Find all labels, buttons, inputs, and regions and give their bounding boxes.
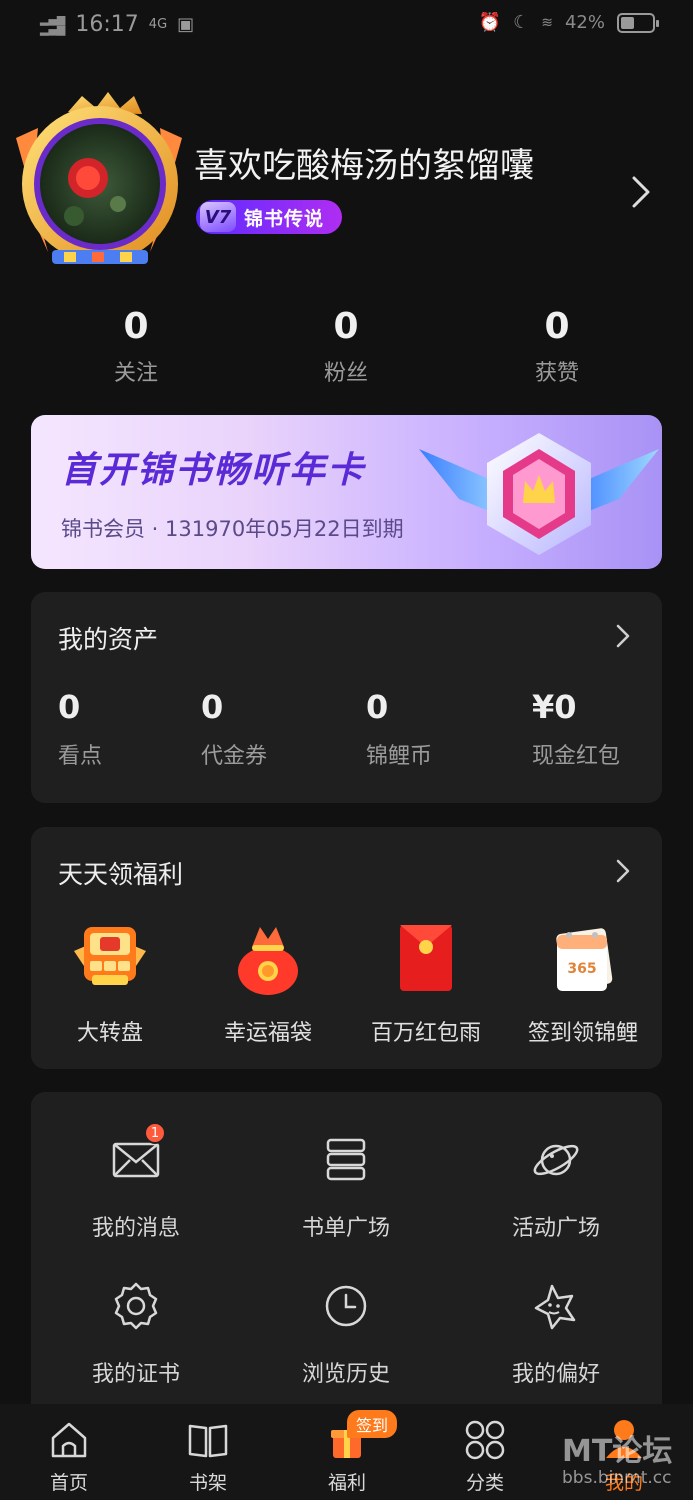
asset-value: 0 [201, 688, 224, 726]
username[interactable]: 喜欢吃酸梅汤的絮馏囔 [194, 138, 534, 187]
asset-cash-redpacket[interactable]: ¥0 现金红包 [532, 688, 620, 770]
chevron-right-icon[interactable] [614, 622, 632, 650]
welfare-lucky-bag[interactable]: 幸运福袋 [198, 917, 338, 1047]
tool-label: 我的消息 [91, 1216, 180, 1241]
vip-badge[interactable]: V7 锦书传说 [196, 200, 342, 234]
nav-label: 我的 [604, 1472, 643, 1494]
tool-label: 活动广场 [511, 1216, 600, 1241]
booklist-icon [326, 1138, 366, 1181]
battery-icon [617, 12, 659, 33]
certificate-icon [114, 1282, 158, 1330]
calendar-icon: 365 [556, 928, 613, 991]
welfare-title: 天天领福利 [58, 860, 184, 889]
stat-following[interactable]: 0 关注 [66, 306, 206, 387]
status-time: 16:17 [75, 12, 139, 37]
avatar-frame-icon [16, 92, 182, 264]
vip-title: 锦书传说 [244, 207, 325, 230]
tool-activity-plaza[interactable]: 活动广场 [476, 1132, 636, 1242]
crown-emblem-icon [419, 433, 659, 555]
assets-title: 我的资产 [58, 625, 159, 654]
notification-icon: ▣ [177, 14, 195, 35]
nav-label: 分类 [465, 1472, 504, 1494]
asset-label: 锦鲤币 [366, 744, 433, 769]
profile-icon [606, 1420, 642, 1458]
banner-title: 首开锦书畅听年卡 [61, 450, 366, 491]
tool-label: 书单广场 [301, 1216, 390, 1241]
welfare-label: 签到领锦鲤 [527, 1021, 638, 1046]
welfare-card: 天天领福利 大转盘 幸运福袋 百万红包雨 365 签到领锦鲤 [31, 827, 662, 1069]
nav-mine[interactable]: 我的 [574, 1418, 674, 1495]
chevron-right-icon[interactable] [614, 857, 632, 885]
welfare-wheel[interactable]: 大转盘 [40, 917, 180, 1047]
calendar-icon-text: 365 [567, 961, 596, 977]
planet-icon [533, 1144, 579, 1176]
asset-value: 0 [58, 688, 81, 726]
message-badge: 1 [144, 1122, 166, 1144]
bottom-nav: 首页 书架 签到 福利 分类 我的 [0, 1404, 693, 1500]
network-type: 4G [148, 17, 168, 32]
asset-label: 现金红包 [532, 744, 621, 769]
nav-label: 首页 [49, 1472, 88, 1494]
home-icon [51, 1422, 87, 1458]
welfare-label: 百万红包雨 [370, 1021, 481, 1046]
tool-preferences[interactable]: 我的偏好 [476, 1278, 636, 1388]
stat-value: 0 [333, 306, 359, 347]
asset-value: 0 [366, 688, 389, 726]
asset-kandian[interactable]: 0 看点 [58, 688, 102, 770]
tool-booklist-plaza[interactable]: 书单广场 [266, 1132, 426, 1242]
assets-card[interactable]: 我的资产 0 看点 0 代金券 0 锦鲤币 ¥0 现金红包 [31, 592, 662, 803]
profile-stats: 0 关注 0 粉丝 0 获赞 [0, 306, 693, 396]
tool-messages[interactable]: 1 我的消息 [56, 1122, 216, 1242]
stat-value: 0 [123, 306, 149, 347]
stat-label: 粉丝 [323, 361, 368, 386]
banner-subtitle: 锦书会员 · 131970年05月22日到期 [61, 517, 404, 541]
welfare-label: 幸运福袋 [223, 1021, 312, 1046]
asset-koi-coin[interactable]: 0 锦鲤币 [366, 688, 432, 770]
asset-value: ¥0 [532, 688, 577, 726]
battery-percent: 42% [564, 12, 605, 33]
profile-chevron-icon[interactable] [626, 172, 656, 212]
welfare-label: 大转盘 [76, 1021, 143, 1046]
tools-card: 1 我的消息 书单广场 活动广场 我的证书 浏览历史 我的偏好 [31, 1092, 662, 1422]
grid-icon [465, 1420, 505, 1460]
star-face-icon [534, 1284, 576, 1330]
wifi-icon: ≋ [541, 14, 553, 31]
status-bar: ▂▄▆ ▂▄▆ 16:17 4G ▣ ⏰ ☾ ≋ 42% [0, 0, 693, 56]
book-icon [188, 1424, 228, 1458]
tool-history[interactable]: 浏览历史 [266, 1278, 426, 1388]
lucky-bag-icon [238, 927, 298, 995]
stat-label: 关注 [113, 361, 158, 386]
stat-label: 获赞 [534, 361, 579, 386]
red-envelope-icon [400, 925, 452, 991]
nav-bookshelf[interactable]: 书架 [158, 1418, 258, 1495]
moon-icon: ☾ [513, 12, 530, 33]
stat-value: 0 [544, 306, 570, 347]
welfare-red-envelope-rain[interactable]: 百万红包雨 [356, 917, 496, 1047]
checkin-badge: 签到 [347, 1410, 398, 1438]
tool-label: 我的证书 [91, 1362, 180, 1387]
tool-certificate[interactable]: 我的证书 [56, 1278, 216, 1388]
prize-wheel-icon [74, 927, 146, 985]
membership-banner[interactable]: 首开锦书畅听年卡 锦书会员 · 131970年05月22日到期 [31, 415, 662, 569]
signal-icon: ▂▄▆ ▂▄▆ [40, 12, 66, 36]
welfare-checkin[interactable]: 365 签到领锦鲤 [513, 917, 653, 1047]
nav-label: 书架 [188, 1472, 227, 1494]
vip-level: V7 [200, 202, 236, 232]
asset-label: 代金券 [201, 744, 268, 769]
nav-home[interactable]: 首页 [19, 1418, 119, 1495]
tool-label: 我的偏好 [511, 1362, 600, 1387]
avatar[interactable] [8, 92, 190, 270]
tool-label: 浏览历史 [301, 1362, 390, 1387]
clock-icon [325, 1285, 367, 1327]
stat-likes[interactable]: 0 获赞 [487, 306, 627, 387]
nav-label: 福利 [327, 1472, 366, 1494]
asset-voucher[interactable]: 0 代金券 [201, 688, 267, 770]
asset-label: 看点 [58, 744, 103, 769]
alarm-icon: ⏰ [478, 12, 502, 33]
nav-category[interactable]: 分类 [435, 1418, 535, 1495]
nav-welfare[interactable]: 签到 福利 [297, 1410, 398, 1495]
stat-followers[interactable]: 0 粉丝 [276, 306, 416, 387]
